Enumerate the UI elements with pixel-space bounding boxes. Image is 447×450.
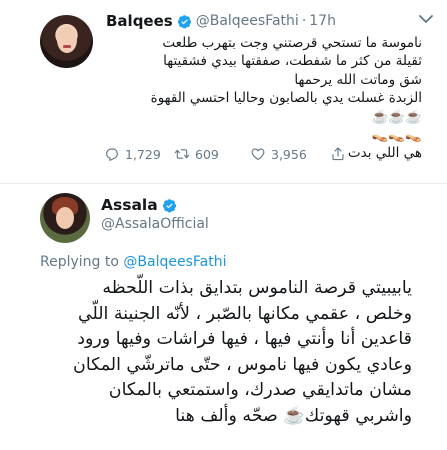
avatar-face <box>56 207 74 229</box>
avatar[interactable] <box>40 15 93 68</box>
avatar-face <box>57 27 77 53</box>
verified-badge-icon <box>177 14 191 28</box>
share-button[interactable] <box>330 146 351 162</box>
replying-to-label: Replying to <box>40 254 119 270</box>
tweet-text-line: ناموسة ما تستحي قرصتني وجت بتهرب طلعت <box>162 35 422 51</box>
tweet-text-line: ☕️☕️☕️ <box>371 108 422 125</box>
tweet-balqees[interactable]: Balqees @BalqeesFathi · 17h ناموسة ما تس… <box>0 0 447 186</box>
chevron-down-icon[interactable] <box>419 14 433 24</box>
tweet-actions: 1,729 609 3,956 <box>104 146 424 166</box>
tweet-text-line: وخلص ، عقمي مكانها بالصّبر ، لأنّه الجني… <box>77 303 412 324</box>
tweet-thread-screenshot: Balqees @BalqeesFathi · 17h ناموسة ما تس… <box>0 0 447 450</box>
tweet-text-line: قاعدين أنا وأنتي فيها ، فيها فراشات وفيه… <box>77 329 412 350</box>
avatar[interactable] <box>40 193 90 243</box>
tweet-text: ناموسة ما تستحي قرصتني وجت بتهرب طلعت ثق… <box>110 34 422 163</box>
author-handle[interactable]: @BalqeesFathi <box>196 13 299 29</box>
tweet-text: يابيبيتي قرصة الناموس بتدايق بذات اللّحظ… <box>40 276 412 430</box>
like-icon <box>251 148 265 161</box>
tweet-text-line: مشان ماتدايقي صدرك، واستمتعي بالمكان <box>108 380 412 401</box>
header-separator: · <box>301 13 307 29</box>
author-name[interactable]: Balqees <box>106 12 173 30</box>
like-count: 3,956 <box>271 146 307 162</box>
reply-button[interactable]: 1,729 <box>104 146 161 162</box>
author-handle[interactable]: @AssalaOfficial <box>101 216 209 232</box>
tweet-text-line: الزبدة غسلت يدي بالصابون وحاليا احتسي ال… <box>150 90 422 107</box>
share-icon <box>332 147 344 161</box>
replying-to: Replying to @BalqeesFathi <box>40 254 226 270</box>
verified-badge-icon <box>162 198 176 212</box>
tweet-text-line: يابيبيتي قرصة الناموس بتدايق بذات اللّحظ… <box>102 278 412 298</box>
avatar-lips <box>63 45 71 48</box>
tweet-text-line: ثقيلة من كثر ما شفطت، صفقتها بيدي فشقيته… <box>163 53 422 70</box>
tweet-header: Assala <box>101 196 181 214</box>
author-name[interactable]: Assala <box>101 196 158 214</box>
tweet-timestamp[interactable]: 17h <box>309 13 336 29</box>
tweet-text-line: واشربي قهوتك☕️ صحّه وألف هنا <box>175 405 412 426</box>
replying-to-mention[interactable]: @BalqeesFathi <box>123 254 226 270</box>
reply-count: 1,729 <box>125 146 161 162</box>
retweet-count: 609 <box>195 146 219 162</box>
divider <box>0 183 447 184</box>
retweet-icon <box>174 149 190 159</box>
tweet-text-line: 👡👡👡 <box>371 127 422 144</box>
tweet-text-line: وعادي يكون فيها ناموس ، حتّى ماترشّي الم… <box>73 354 412 375</box>
retweet-button[interactable]: 609 <box>174 146 219 162</box>
tweet-text-line: شق وماتت الله يرحمها <box>294 71 422 88</box>
like-button[interactable]: 3,956 <box>250 146 307 162</box>
tweet-header: Balqees @BalqeesFathi · 17h <box>106 11 336 31</box>
reply-icon <box>106 148 118 161</box>
